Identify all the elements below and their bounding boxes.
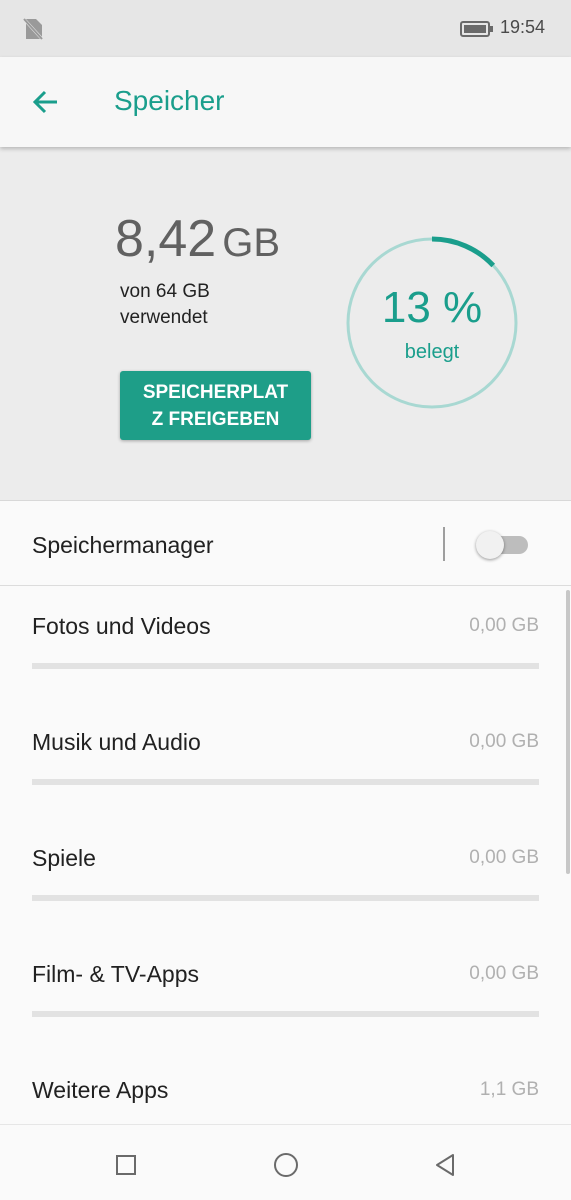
- free-button-line1: SPEICHERPLAT: [142, 382, 289, 403]
- free-button-line2: Z FREIGEBEN: [151, 409, 280, 430]
- usage-label: belegt: [404, 341, 460, 363]
- no-sim-icon: [22, 17, 44, 41]
- category-label: Musik und Audio: [32, 729, 201, 755]
- nav-back-button[interactable]: [425, 1145, 465, 1185]
- clock: 19:54: [500, 17, 546, 37]
- arrow-back-icon: [32, 90, 57, 114]
- category-row-music[interactable]: Musik und Audio 0,00 GB: [0, 705, 571, 821]
- category-size: 0,00 GB: [469, 615, 539, 636]
- battery-icon: [460, 21, 493, 37]
- used-storage: 8,42 GB: [115, 209, 280, 269]
- category-size: 0,00 GB: [469, 731, 539, 752]
- category-bar: [32, 663, 539, 669]
- category-row-movies[interactable]: Film- & TV-Apps 0,00 GB: [0, 937, 571, 1053]
- storage-summary: 8,42 GB von 64 GB verwendet SPEICHERPLAT …: [0, 147, 571, 501]
- category-label: Film- & TV-Apps: [32, 961, 199, 987]
- category-size: 0,00 GB: [469, 963, 539, 984]
- category-label: Fotos und Videos: [32, 613, 211, 639]
- category-label: Weitere Apps: [32, 1077, 169, 1103]
- navigation-bar: [0, 1124, 571, 1200]
- recents-button[interactable]: [106, 1145, 146, 1185]
- storage-manager-label: Speichermanager: [32, 532, 214, 558]
- category-size: 0,00 GB: [469, 847, 539, 868]
- used-desc-label: verwendet: [120, 307, 208, 328]
- category-size: 1,1 GB: [479, 1079, 539, 1100]
- home-circle-icon: [274, 1153, 298, 1177]
- used-unit: GB: [222, 221, 281, 265]
- used-value: 8,42: [115, 210, 217, 268]
- usage-percent: 13 %: [381, 283, 483, 332]
- ring-progress: [431, 236, 496, 268]
- category-label: Spiele: [32, 845, 96, 871]
- category-bar: [32, 895, 539, 901]
- toggle-thumb: [476, 531, 504, 559]
- home-button[interactable]: [266, 1145, 306, 1185]
- storage-manager-row[interactable]: Speichermanager: [0, 502, 571, 586]
- recents-square-icon: [116, 1155, 136, 1175]
- scrollbar[interactable]: [566, 590, 570, 874]
- storage-manager-toggle[interactable]: [474, 529, 530, 559]
- page-title: Speicher: [114, 85, 225, 116]
- back-triangle-icon: [436, 1154, 454, 1176]
- vertical-divider: [443, 527, 445, 561]
- back-button[interactable]: [22, 79, 68, 125]
- category-row-photos[interactable]: Fotos und Videos 0,00 GB: [0, 589, 571, 705]
- free-up-space-button[interactable]: SPEICHERPLAT Z FREIGEBEN: [120, 371, 311, 440]
- category-row-games[interactable]: Spiele 0,00 GB: [0, 821, 571, 937]
- category-bar: [32, 779, 539, 785]
- category-bar: [32, 1011, 539, 1017]
- status-bar: 19:54: [0, 0, 571, 57]
- used-desc-total: von 64 GB: [120, 281, 210, 302]
- app-bar: Speicher: [0, 57, 571, 147]
- used-description: von 64 GB verwendet: [120, 279, 280, 331]
